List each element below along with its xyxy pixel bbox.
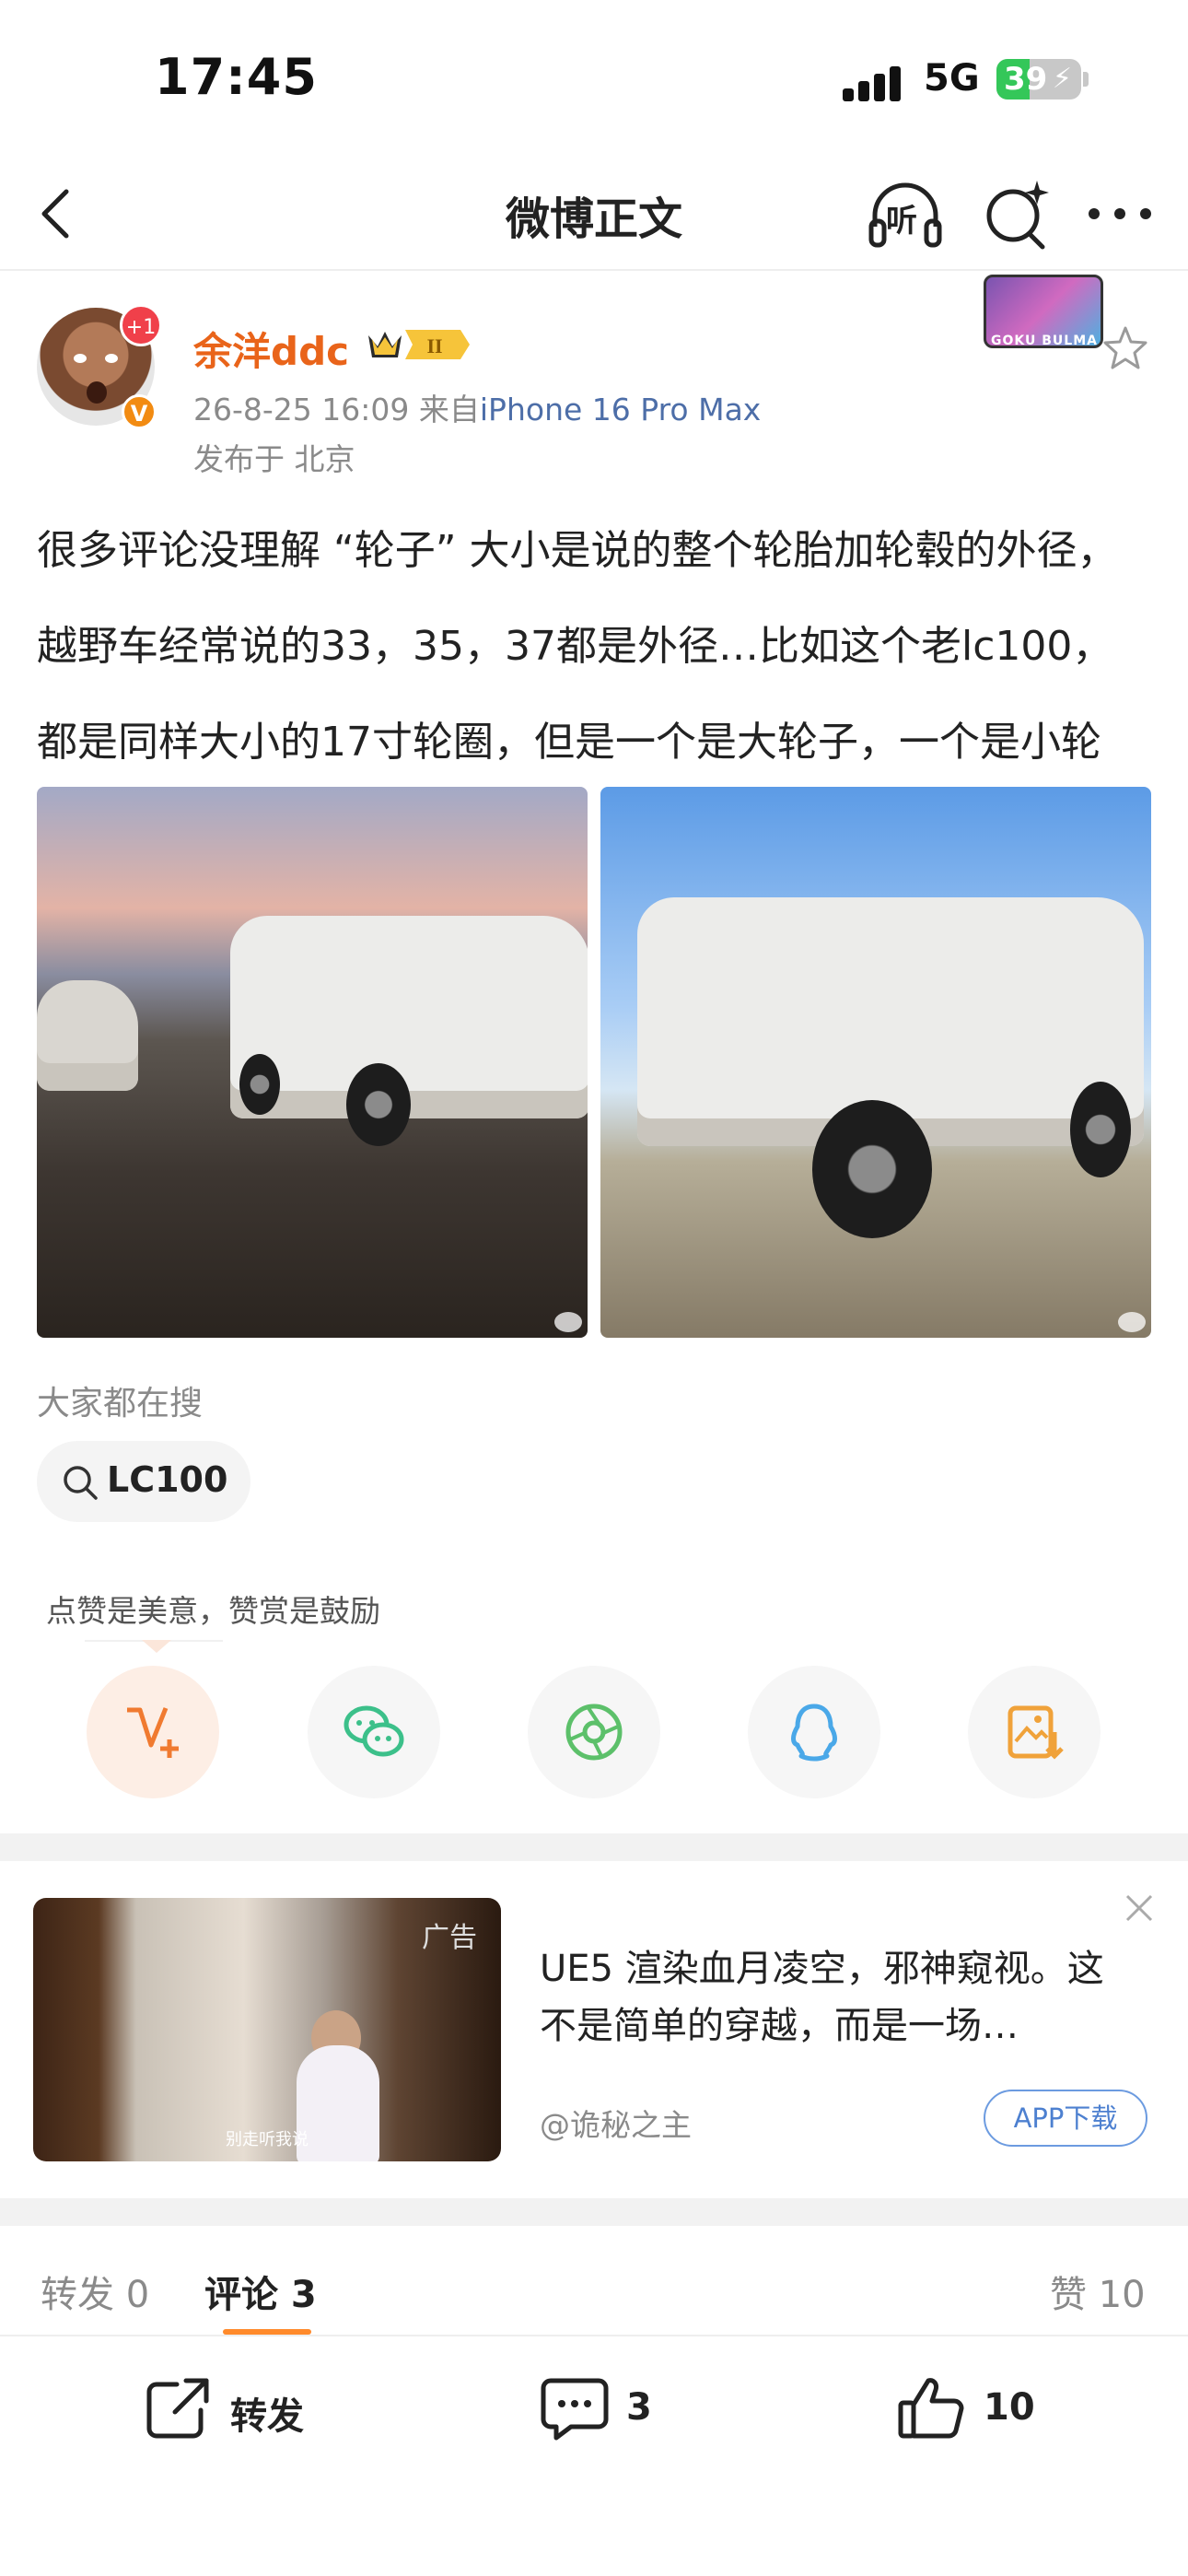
post-timestamp: 26-8-25 16:09 — [193, 392, 410, 427]
battery-level: 39 — [1004, 61, 1048, 98]
thumbs-up-icon — [898, 2378, 964, 2439]
reward-button[interactable] — [87, 1666, 219, 1798]
bottom-action-bar: 转发 3 10 — [0, 2335, 1188, 2576]
like-button[interactable]: 10 — [897, 2371, 1063, 2445]
comment-count: 3 — [626, 2386, 652, 2429]
forward-button[interactable]: 转发 — [144, 2371, 346, 2445]
sticker-text: GOKU BULMA — [991, 334, 1098, 348]
status-time: 17:45 — [155, 48, 318, 106]
section-divider — [0, 2198, 1188, 2226]
post-photo-1[interactable] — [37, 787, 588, 1338]
status-bar: 17:45 5G 39 ⚡ — [0, 0, 1188, 157]
ad-title[interactable]: UE5 渲染血月凌空，邪神窥视。这不是简单的穿越，而是一场… — [540, 1940, 1138, 2055]
battery-icon: 39 ⚡ — [996, 59, 1081, 100]
share-qq-button[interactable] — [748, 1666, 880, 1798]
more-icon[interactable] — [1083, 195, 1157, 232]
watermark-icon — [554, 1312, 582, 1332]
comment-icon — [541, 2378, 609, 2441]
post-meta: 26-8-25 16:09 来自iPhone 16 Pro Max — [193, 385, 761, 429]
forward-label: 转发 — [230, 2395, 304, 2438]
share-wechat-button[interactable] — [308, 1666, 440, 1798]
post-location: 发布于 北京 — [193, 441, 355, 477]
search-chip-label: LC100 — [107, 1459, 228, 1500]
reward-v-icon — [127, 1707, 179, 1758]
follow-badge: +1 — [120, 304, 162, 346]
moments-icon — [565, 1704, 623, 1761]
tab-forwards[interactable]: 转发 0 — [41, 2265, 149, 2318]
share-out-icon — [146, 2378, 209, 2439]
qq-icon — [791, 1704, 837, 1762]
ad-tag: 广告 — [422, 1922, 477, 1954]
reward-tip: 点赞是美意，赞赏是鼓励 — [46, 1593, 380, 1629]
like-count: 10 — [984, 2386, 1035, 2429]
post-photo-2[interactable] — [600, 787, 1151, 1338]
share-moments-button[interactable] — [528, 1666, 660, 1798]
close-icon[interactable] — [1120, 1889, 1159, 1927]
ad-image[interactable]: 广告 别走听我说 — [33, 1898, 501, 2161]
watermark-icon — [1118, 1312, 1146, 1332]
tab-comments[interactable]: 评论 3 — [204, 2265, 317, 2318]
app-download-button[interactable]: APP下载 — [984, 2090, 1147, 2147]
tab-likes[interactable]: 赞 10 — [1050, 2265, 1146, 2318]
search-suggest-label: 大家都在搜 — [37, 1385, 204, 1423]
star-icon[interactable] — [1101, 324, 1149, 372]
nav-bar: 微博正文 听 — [0, 157, 1188, 271]
wechat-icon — [344, 1705, 404, 1757]
listen-label: 听 — [886, 203, 917, 240]
vip-level: II — [426, 334, 442, 357]
post-source[interactable]: iPhone 16 Pro Max — [480, 392, 761, 427]
source-prefix: 来自 — [418, 392, 480, 427]
ad-image-caption: 别走听我说 — [226, 2130, 309, 2149]
sparkle-search-icon[interactable] — [980, 175, 1054, 254]
signal-icon — [843, 64, 914, 101]
vip-badge-icon[interactable]: II — [365, 324, 473, 365]
section-divider — [0, 1833, 1188, 1861]
save-image-button[interactable] — [968, 1666, 1101, 1798]
search-chip[interactable]: LC100 — [37, 1441, 250, 1522]
verified-badge: V — [122, 394, 157, 429]
comment-button[interactable]: 3 — [540, 2371, 687, 2445]
author-name[interactable]: 余洋ddc — [193, 321, 349, 377]
search-icon — [64, 1466, 98, 1500]
save-image-icon — [1007, 1705, 1064, 1760]
ad-source[interactable]: @诡秘之主 — [540, 2101, 692, 2145]
network-type: 5G — [924, 57, 980, 100]
